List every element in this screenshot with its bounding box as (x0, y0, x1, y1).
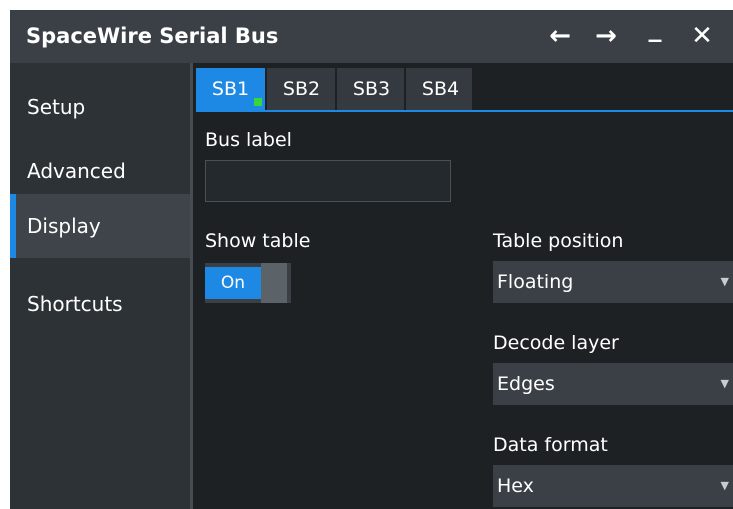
chevron-down-icon: ▼ (720, 275, 729, 288)
dialog-window: SpaceWire Serial Bus ← → _ ✕ Setup Advan… (10, 10, 733, 509)
table-position-label: Table position (493, 230, 624, 252)
decode-layer-label: Decode layer (493, 332, 619, 354)
data-format-select[interactable]: Hex ▼ (493, 465, 733, 507)
show-table-toggle[interactable]: On (205, 263, 291, 303)
title-bar: SpaceWire Serial Bus ← → _ ✕ (10, 10, 733, 63)
bus-label-label: Bus label (205, 129, 292, 151)
bus-label-input[interactable] (205, 160, 451, 202)
select-value: Hex (497, 475, 534, 497)
active-indicator (10, 194, 16, 258)
sidebar-item-label: Setup (27, 95, 86, 119)
sidebar-item-setup[interactable]: Setup (10, 75, 190, 139)
minimize-icon[interactable]: _ (640, 10, 670, 55)
tab-sb2[interactable]: SB2 (267, 68, 336, 110)
close-icon[interactable]: ✕ (687, 10, 717, 63)
sidebar-item-display[interactable]: Display (10, 194, 190, 258)
tab-sb4[interactable]: SB4 (406, 68, 475, 110)
sidebar-item-label: Display (27, 214, 101, 238)
select-value: Edges (497, 373, 555, 395)
sidebar-divider (190, 63, 193, 509)
forward-arrow-icon[interactable]: → (591, 10, 621, 63)
tab-label: SB1 (211, 78, 250, 100)
bus-tabs: SB1 SB2 SB3 SB4 (196, 68, 472, 110)
table-position-select[interactable]: Floating ▼ (493, 261, 733, 303)
window-title: SpaceWire Serial Bus (26, 24, 279, 48)
toggle-knob (261, 263, 287, 303)
data-format-label: Data format (493, 434, 608, 456)
active-bus-indicator (254, 98, 262, 106)
sidebar-item-shortcuts[interactable]: Shortcuts (10, 272, 190, 336)
toggle-state: On (205, 267, 261, 299)
sidebar-item-label: Shortcuts (27, 292, 123, 316)
show-table-label: Show table (205, 230, 311, 252)
chevron-down-icon: ▼ (720, 479, 729, 492)
sidebar-item-label: Advanced (27, 159, 126, 183)
select-value: Floating (497, 271, 574, 293)
tab-sb1[interactable]: SB1 (196, 68, 265, 110)
decode-layer-select[interactable]: Edges ▼ (493, 363, 733, 405)
tab-sb3[interactable]: SB3 (337, 68, 406, 110)
tab-underline (196, 110, 733, 112)
back-arrow-icon[interactable]: ← (545, 10, 575, 63)
sidebar: Setup Advanced Display Shortcuts (10, 63, 190, 509)
chevron-down-icon: ▼ (720, 377, 729, 390)
